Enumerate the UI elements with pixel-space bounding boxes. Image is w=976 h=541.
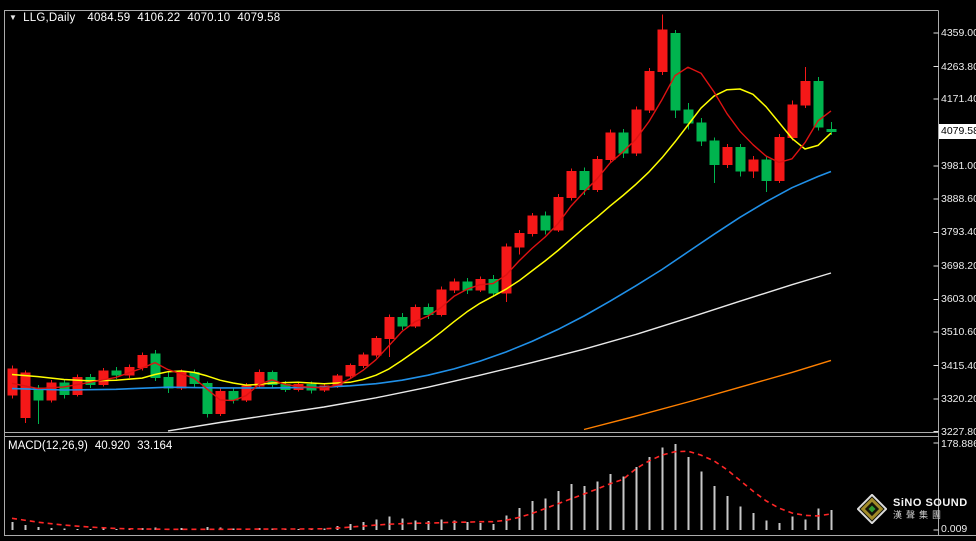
symbol-timeframe-label: LLG,Daily (23, 12, 75, 24)
ma-slowest-orange (584, 360, 831, 429)
chart-title-bar: ▼ LLG,Daily 4084.59 4106.22 4070.10 4079.58 (9, 12, 287, 24)
ma-slower-white (168, 273, 831, 431)
candle-body (60, 383, 69, 394)
candle-body (632, 110, 641, 153)
candle-body (645, 71, 654, 110)
candle-body (671, 33, 680, 109)
candle-body (528, 216, 537, 234)
high-value: 4106.22 (137, 12, 180, 24)
candle-body (138, 356, 147, 368)
candle-body (567, 172, 576, 198)
candle-body (606, 133, 615, 159)
candle-body (450, 282, 459, 290)
price-axis-label: 4263.80 (941, 61, 976, 73)
price-axis-label: 4171.40 (941, 93, 976, 105)
macd-signal-value: 33.164 (137, 440, 172, 452)
price-axis-label: 3698.20 (941, 260, 976, 272)
candle-body (541, 216, 550, 230)
price-axis-label: 3888.60 (941, 193, 976, 205)
logo-brand-text: SiNO SOUND (893, 498, 968, 510)
price-axis-label: 3981.00 (941, 160, 976, 172)
candle-body (658, 30, 667, 72)
price-axis-label: 4359.00 (941, 27, 976, 39)
candle-body (47, 383, 56, 400)
ma-medium-yellow (12, 89, 831, 385)
candle-body (99, 371, 108, 384)
macd-indicator-label: MACD(12,26,9) 40.920 33.164 (8, 440, 172, 452)
ma-slow-blue (12, 172, 831, 391)
candle-body (736, 148, 745, 171)
candle-body (710, 141, 719, 164)
candle-body (21, 373, 30, 417)
ma-fast-red (12, 67, 831, 400)
candle-body (827, 130, 836, 132)
candle-body (385, 317, 394, 338)
candle-body (697, 123, 706, 141)
candle-body (437, 290, 446, 315)
candle-body (775, 138, 784, 181)
macd-params-label: MACD(12,26,9) (8, 440, 88, 452)
candle-body (515, 234, 524, 247)
macd-axis-min-label: 0.009 (941, 523, 976, 535)
candle-body (216, 391, 225, 413)
candle-body (788, 105, 797, 138)
candle-body (164, 377, 173, 388)
chart-window: ▼ LLG,Daily 4084.59 4106.22 4070.10 4079.58 M… (0, 0, 976, 541)
price-axis-label: 3603.00 (941, 293, 976, 305)
candle-body (619, 133, 628, 153)
candle-body (749, 160, 758, 171)
candle-body (554, 198, 563, 230)
candle-body (723, 148, 732, 165)
price-axis-label: 3320.20 (941, 393, 976, 405)
sino-sound-logo: SiNO SOUND 漢聲集團 (857, 494, 968, 524)
candle-body (398, 317, 407, 325)
candle-body (801, 81, 810, 105)
candle-body (580, 172, 589, 190)
candlestick-chart-canvas[interactable] (0, 0, 976, 541)
close-value: 4079.58 (237, 12, 280, 24)
price-axis-label: 3227.80 (941, 426, 976, 438)
candle-body (112, 371, 121, 375)
candle-body (762, 160, 771, 180)
price-axis-label: 3510.60 (941, 326, 976, 338)
candle-body (372, 339, 381, 356)
sino-sound-logo-icon (857, 494, 887, 524)
price-axis-label: 3415.40 (941, 360, 976, 372)
candle-body (8, 369, 17, 395)
candle-body (346, 366, 355, 376)
logo-brand-chinese-text: 漢聲集團 (893, 511, 968, 520)
symbol-dropdown-icon[interactable]: ▼ (9, 13, 17, 22)
candle-body (502, 247, 511, 293)
open-value: 4084.59 (87, 12, 130, 24)
low-value: 4070.10 (187, 12, 230, 24)
candle-body (359, 355, 368, 366)
current-price-tag: 4079.58 (939, 124, 976, 139)
macd-axis-max-label: 178.886 (941, 438, 976, 450)
price-axis-label: 3793.40 (941, 226, 976, 238)
macd-main-value: 40.920 (95, 440, 130, 452)
macd-signal-line (12, 451, 831, 529)
